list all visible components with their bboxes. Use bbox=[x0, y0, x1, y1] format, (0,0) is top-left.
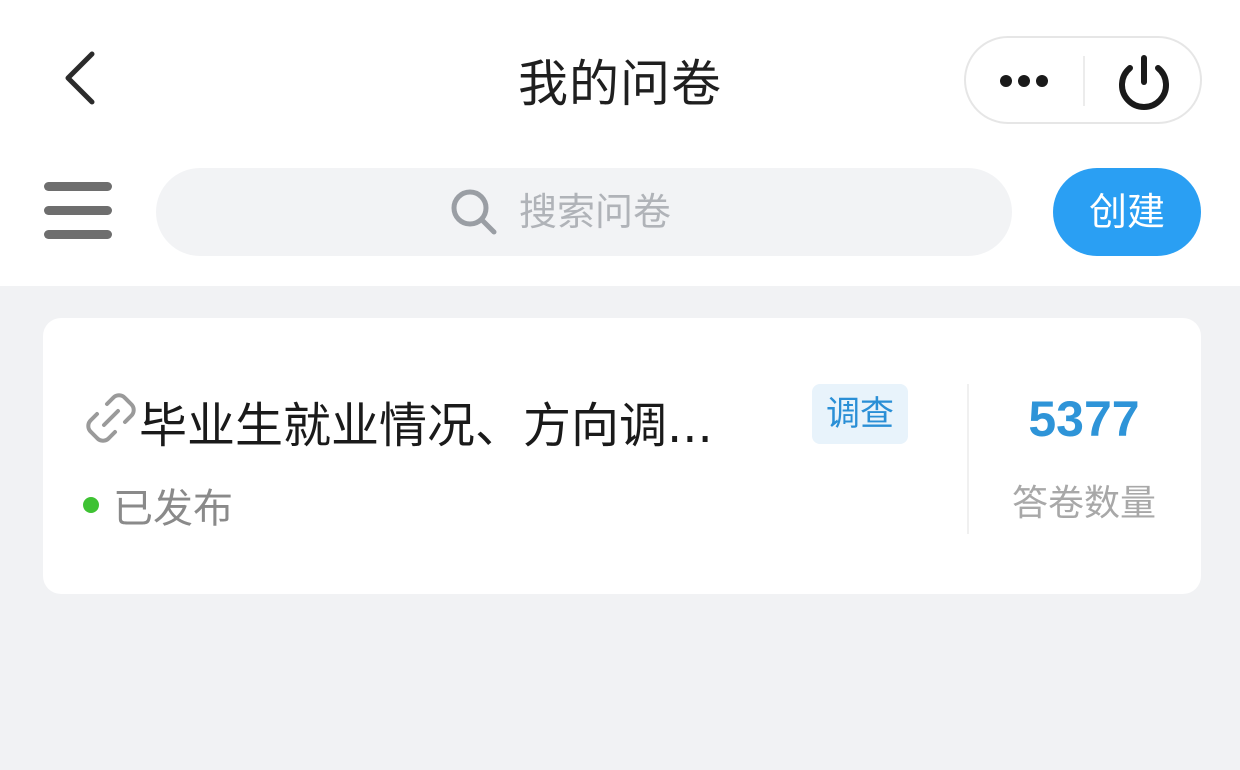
status-text: 已发布 bbox=[113, 486, 233, 532]
top-nav-bar: 我的问卷 bbox=[0, 0, 1240, 160]
menu-button[interactable] bbox=[40, 180, 116, 242]
search-icon bbox=[451, 189, 497, 235]
response-count: 5377 bbox=[1028, 391, 1140, 447]
chevron-left-icon bbox=[65, 51, 95, 105]
more-dots-icon bbox=[1000, 75, 1048, 87]
status-dot-icon bbox=[83, 497, 99, 513]
back-button[interactable] bbox=[50, 42, 110, 112]
survey-card[interactable]: 毕业生就业情况、方向调... 调查 已发布 5377 答卷数量 bbox=[43, 318, 1201, 594]
power-icon bbox=[1119, 55, 1169, 110]
response-count-label: 答卷数量 bbox=[1011, 483, 1156, 524]
survey-list: 毕业生就业情况、方向调... 调查 已发布 5377 答卷数量 bbox=[0, 286, 1240, 770]
close-miniprogram-button[interactable] bbox=[1085, 38, 1202, 122]
survey-status: 已发布 bbox=[83, 480, 233, 532]
hamburger-menu-icon bbox=[44, 182, 112, 191]
search-input[interactable] bbox=[519, 190, 719, 234]
more-button[interactable] bbox=[966, 38, 1083, 122]
link-icon bbox=[86, 393, 136, 443]
hamburger-menu-icon-line bbox=[44, 230, 112, 239]
survey-type-badge: 调查 bbox=[812, 384, 908, 444]
mini-program-capsule bbox=[964, 36, 1202, 124]
hamburger-menu-icon-line bbox=[44, 206, 112, 215]
create-button[interactable]: 创建 bbox=[1053, 168, 1201, 256]
toolbar: 创建 bbox=[0, 160, 1240, 286]
search-bar[interactable] bbox=[156, 168, 1012, 256]
survey-title: 毕业生就业情况、方向调... bbox=[139, 398, 713, 454]
